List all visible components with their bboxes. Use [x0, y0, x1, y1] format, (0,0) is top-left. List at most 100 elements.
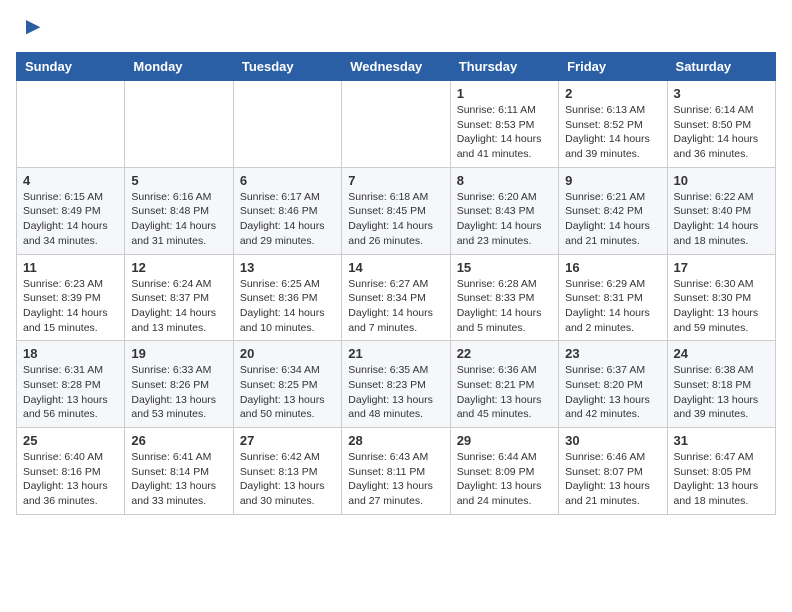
calendar-week-row: 25 Sunrise: 6:40 AM Sunset: 8:16 PM Dayli… — [17, 428, 776, 515]
day-number: 24 — [674, 346, 769, 361]
day-info: Sunrise: 6:22 AM Sunset: 8:40 PM Dayligh… — [674, 190, 769, 249]
day-info: Sunrise: 6:17 AM Sunset: 8:46 PM Dayligh… — [240, 190, 335, 249]
day-info: Sunrise: 6:44 AM Sunset: 8:09 PM Dayligh… — [457, 450, 552, 509]
page-header — [16, 16, 776, 40]
day-info: Sunrise: 6:38 AM Sunset: 8:18 PM Dayligh… — [674, 363, 769, 422]
calendar-cell: 27 Sunrise: 6:42 AM Sunset: 8:13 PM Dayli… — [233, 428, 341, 515]
calendar-cell: 23Sunrise: 6:37 AM Sunset: 8:20 PM Dayli… — [559, 341, 667, 428]
day-info: Sunrise: 6:35 AM Sunset: 8:23 PM Dayligh… — [348, 363, 443, 422]
calendar-week-row: 18Sunrise: 6:31 AM Sunset: 8:28 PM Dayli… — [17, 341, 776, 428]
day-info: Sunrise: 6:34 AM Sunset: 8:25 PM Dayligh… — [240, 363, 335, 422]
day-info: Sunrise: 6:25 AM Sunset: 8:36 PM Dayligh… — [240, 277, 335, 336]
logo — [16, 16, 42, 40]
day-info: Sunrise: 6:36 AM Sunset: 8:21 PM Dayligh… — [457, 363, 552, 422]
day-number: 25 — [23, 433, 118, 448]
day-number: 14 — [348, 260, 443, 275]
calendar-cell: 5 Sunrise: 6:16 AM Sunset: 8:48 PM Daylig… — [125, 167, 233, 254]
day-info: Sunrise: 6:21 AM Sunset: 8:42 PM Dayligh… — [565, 190, 660, 249]
calendar-cell: 20 Sunrise: 6:34 AM Sunset: 8:25 PM Dayli… — [233, 341, 341, 428]
day-info: Sunrise: 6:14 AM Sunset: 8:50 PM Dayligh… — [674, 103, 769, 162]
calendar-cell: 18Sunrise: 6:31 AM Sunset: 8:28 PM Dayli… — [17, 341, 125, 428]
day-info: Sunrise: 6:18 AM Sunset: 8:45 PM Dayligh… — [348, 190, 443, 249]
calendar-cell: 22Sunrise: 6:36 AM Sunset: 8:21 PM Dayli… — [450, 341, 558, 428]
day-number: 7 — [348, 173, 443, 188]
calendar-cell: 16 Sunrise: 6:29 AM Sunset: 8:31 PM Dayli… — [559, 254, 667, 341]
day-info: Sunrise: 6:20 AM Sunset: 8:43 PM Dayligh… — [457, 190, 552, 249]
day-number: 19 — [131, 346, 226, 361]
day-number: 8 — [457, 173, 552, 188]
day-number: 13 — [240, 260, 335, 275]
calendar-cell: 12 Sunrise: 6:24 AM Sunset: 8:37 PM Dayli… — [125, 254, 233, 341]
day-info: Sunrise: 6:33 AM Sunset: 8:26 PM Dayligh… — [131, 363, 226, 422]
day-info: Sunrise: 6:15 AM Sunset: 8:49 PM Dayligh… — [23, 190, 118, 249]
day-number: 11 — [23, 260, 118, 275]
calendar-cell: 31 Sunrise: 6:47 AM Sunset: 8:05 PM Dayli… — [667, 428, 775, 515]
day-number: 6 — [240, 173, 335, 188]
day-info: Sunrise: 6:28 AM Sunset: 8:33 PM Dayligh… — [457, 277, 552, 336]
day-number: 20 — [240, 346, 335, 361]
day-number: 30 — [565, 433, 660, 448]
day-number: 4 — [23, 173, 118, 188]
calendar-cell: 13 Sunrise: 6:25 AM Sunset: 8:36 PM Dayli… — [233, 254, 341, 341]
calendar-cell: 24 Sunrise: 6:38 AM Sunset: 8:18 PM Dayli… — [667, 341, 775, 428]
calendar-cell: 17 Sunrise: 6:30 AM Sunset: 8:30 PM Dayli… — [667, 254, 775, 341]
calendar-cell — [342, 81, 450, 168]
calendar-cell: 3 Sunrise: 6:14 AM Sunset: 8:50 PM Daylig… — [667, 81, 775, 168]
day-number: 1 — [457, 86, 552, 101]
day-number: 15 — [457, 260, 552, 275]
calendar-cell: 14 Sunrise: 6:27 AM Sunset: 8:34 PM Dayli… — [342, 254, 450, 341]
calendar-week-row: 4 Sunrise: 6:15 AM Sunset: 8:49 PM Daylig… — [17, 167, 776, 254]
day-number: 26 — [131, 433, 226, 448]
day-info: Sunrise: 6:30 AM Sunset: 8:30 PM Dayligh… — [674, 277, 769, 336]
day-info: Sunrise: 6:13 AM Sunset: 8:52 PM Dayligh… — [565, 103, 660, 162]
day-info: Sunrise: 6:47 AM Sunset: 8:05 PM Dayligh… — [674, 450, 769, 509]
day-of-week-header: Sunday — [17, 53, 125, 81]
day-of-week-header: Tuesday — [233, 53, 341, 81]
calendar-cell: 8 Sunrise: 6:20 AM Sunset: 8:43 PM Daylig… — [450, 167, 558, 254]
calendar-cell — [17, 81, 125, 168]
day-info: Sunrise: 6:27 AM Sunset: 8:34 PM Dayligh… — [348, 277, 443, 336]
day-of-week-header: Thursday — [450, 53, 558, 81]
day-number: 2 — [565, 86, 660, 101]
calendar-cell: 6 Sunrise: 6:17 AM Sunset: 8:46 PM Daylig… — [233, 167, 341, 254]
day-info: Sunrise: 6:16 AM Sunset: 8:48 PM Dayligh… — [131, 190, 226, 249]
calendar-cell: 29Sunrise: 6:44 AM Sunset: 8:09 PM Dayli… — [450, 428, 558, 515]
day-info: Sunrise: 6:11 AM Sunset: 8:53 PM Dayligh… — [457, 103, 552, 162]
day-number: 31 — [674, 433, 769, 448]
day-info: Sunrise: 6:41 AM Sunset: 8:14 PM Dayligh… — [131, 450, 226, 509]
day-of-week-header: Monday — [125, 53, 233, 81]
day-of-week-header: Wednesday — [342, 53, 450, 81]
day-info: Sunrise: 6:40 AM Sunset: 8:16 PM Dayligh… — [23, 450, 118, 509]
day-number: 17 — [674, 260, 769, 275]
calendar-cell: 4 Sunrise: 6:15 AM Sunset: 8:49 PM Daylig… — [17, 167, 125, 254]
day-number: 12 — [131, 260, 226, 275]
day-of-week-header: Friday — [559, 53, 667, 81]
day-number: 27 — [240, 433, 335, 448]
day-number: 21 — [348, 346, 443, 361]
day-number: 28 — [348, 433, 443, 448]
calendar-cell: 2 Sunrise: 6:13 AM Sunset: 8:52 PM Daylig… — [559, 81, 667, 168]
calendar-cell — [233, 81, 341, 168]
calendar-week-row: 1 Sunrise: 6:11 AM Sunset: 8:53 PM Daylig… — [17, 81, 776, 168]
calendar-cell: 26 Sunrise: 6:41 AM Sunset: 8:14 PM Dayli… — [125, 428, 233, 515]
day-number: 5 — [131, 173, 226, 188]
day-info: Sunrise: 6:43 AM Sunset: 8:11 PM Dayligh… — [348, 450, 443, 509]
day-number: 10 — [674, 173, 769, 188]
day-info: Sunrise: 6:29 AM Sunset: 8:31 PM Dayligh… — [565, 277, 660, 336]
day-info: Sunrise: 6:31 AM Sunset: 8:28 PM Dayligh… — [23, 363, 118, 422]
day-info: Sunrise: 6:42 AM Sunset: 8:13 PM Dayligh… — [240, 450, 335, 509]
calendar-cell: 1 Sunrise: 6:11 AM Sunset: 8:53 PM Daylig… — [450, 81, 558, 168]
calendar-cell: 15 Sunrise: 6:28 AM Sunset: 8:33 PM Dayli… — [450, 254, 558, 341]
day-info: Sunrise: 6:23 AM Sunset: 8:39 PM Dayligh… — [23, 277, 118, 336]
logo-icon — [18, 16, 42, 40]
calendar-cell: 7 Sunrise: 6:18 AM Sunset: 8:45 PM Daylig… — [342, 167, 450, 254]
day-info: Sunrise: 6:24 AM Sunset: 8:37 PM Dayligh… — [131, 277, 226, 336]
day-number: 3 — [674, 86, 769, 101]
calendar-cell: 21 Sunrise: 6:35 AM Sunset: 8:23 PM Dayli… — [342, 341, 450, 428]
calendar-cell: 9Sunrise: 6:21 AM Sunset: 8:42 PM Daylig… — [559, 167, 667, 254]
calendar-cell: 19 Sunrise: 6:33 AM Sunset: 8:26 PM Dayli… — [125, 341, 233, 428]
day-number: 16 — [565, 260, 660, 275]
calendar-cell: 10 Sunrise: 6:22 AM Sunset: 8:40 PM Dayli… — [667, 167, 775, 254]
day-of-week-header: Saturday — [667, 53, 775, 81]
calendar-cell — [125, 81, 233, 168]
